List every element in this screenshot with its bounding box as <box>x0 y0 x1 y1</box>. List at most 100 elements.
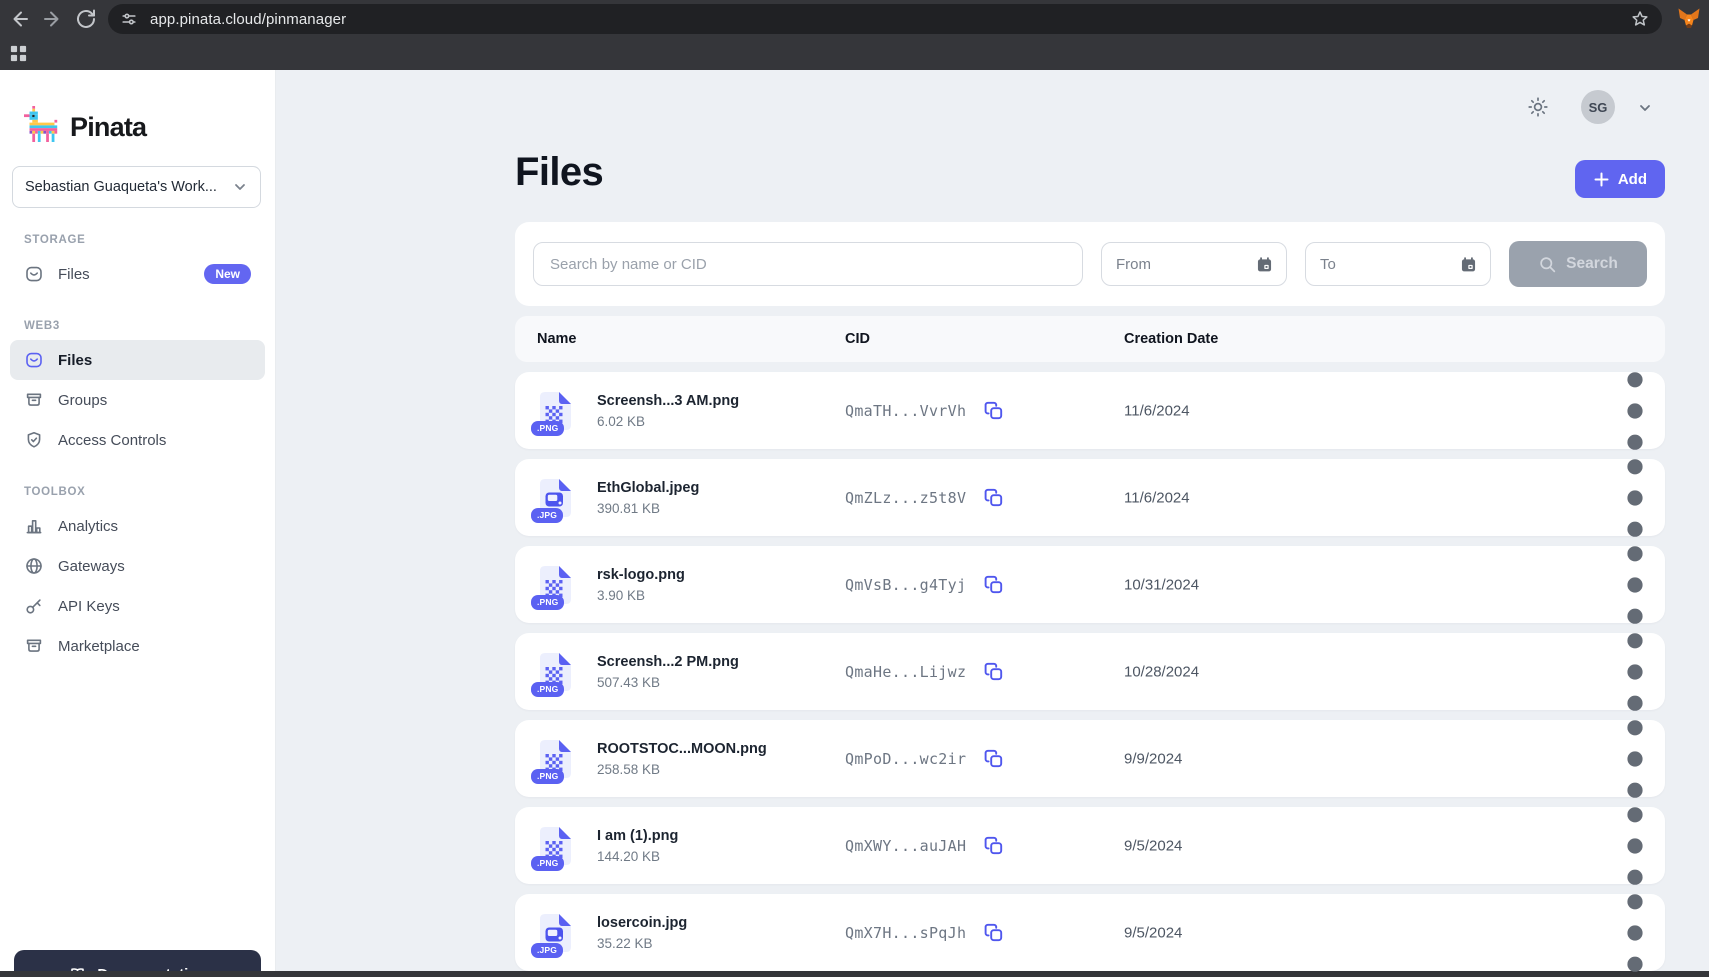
copy-icon[interactable] <box>983 487 1005 509</box>
copy-icon[interactable] <box>983 835 1005 857</box>
copy-icon[interactable] <box>983 400 1005 422</box>
file-ext-badge: .PNG <box>531 769 564 784</box>
copy-icon[interactable] <box>983 922 1005 944</box>
inbox-icon <box>24 350 44 370</box>
table-row[interactable]: .PNG rsk-logo.png 3.90 KB QmVsB...g4Tyj … <box>515 546 1665 623</box>
file-ext-badge: .PNG <box>531 682 564 697</box>
cid-value: QmaTH...VvrVh <box>845 402 966 420</box>
table-row[interactable]: .JPG EthGlobal.jpeg 390.81 KB QmZLz...z5… <box>515 459 1665 536</box>
chevron-down-icon <box>232 179 248 195</box>
sidebar-item-marketplace[interactable]: Marketplace <box>10 626 265 666</box>
creation-date: 11/6/2024 <box>1124 402 1190 419</box>
pinata-logo[interactable]: Pinata <box>24 104 275 150</box>
add-button[interactable]: Add <box>1575 160 1665 198</box>
file-ext-badge: .JPG <box>531 508 563 523</box>
shield-check-icon <box>24 430 44 450</box>
cid-cell: QmaTH...VvrVh <box>845 400 1005 422</box>
file-name: losercoin.jpg <box>597 915 687 931</box>
copy-icon[interactable] <box>983 661 1005 683</box>
bookmark-star-icon[interactable] <box>1630 9 1650 29</box>
files-content: Files Add From To <box>515 70 1665 971</box>
date-to-placeholder: To <box>1320 256 1336 273</box>
search-button[interactable]: Search <box>1509 241 1647 287</box>
row-menu-kebab-icon[interactable] <box>1623 485 1647 511</box>
table-row[interactable]: .PNG ROOTSTOC...MOON.png 258.58 KB QmPoD… <box>515 720 1665 797</box>
filter-panel: From To Search <box>515 222 1665 306</box>
search-icon <box>1538 255 1557 274</box>
sidebar-item-files[interactable]: Files <box>10 340 265 380</box>
table-row[interactable]: .JPG losercoin.jpg 35.22 KB QmX7H...sPqJ… <box>515 894 1665 971</box>
sidebar: Pinata Sebastian Guaqueta's Work... STOR… <box>0 70 276 971</box>
creation-date: 11/6/2024 <box>1124 489 1190 506</box>
creation-date: 9/5/2024 <box>1124 924 1182 941</box>
table-row[interactable]: .PNG I am (1).png 144.20 KB QmXWY...auJA… <box>515 807 1665 884</box>
back-icon[interactable] <box>8 7 32 31</box>
row-menu-kebab-icon[interactable] <box>1623 746 1647 772</box>
table-row[interactable]: .PNG Screensh...3 AM.png 6.02 KB QmaTH..… <box>515 372 1665 449</box>
section-label-toolbox: TOOLBOX <box>24 486 275 498</box>
date-from-field[interactable]: From <box>1101 242 1287 286</box>
section-label-web3: WEB3 <box>24 320 275 332</box>
sidebar-item-analytics[interactable]: Analytics <box>10 506 265 546</box>
browser-secondary-bar <box>0 38 1709 70</box>
copy-icon[interactable] <box>983 748 1005 770</box>
documentation-label: Documentation <box>97 966 206 972</box>
sidebar-item-groups[interactable]: Groups <box>10 380 265 420</box>
main-area: SG Files Add From To <box>276 70 1709 971</box>
row-menu-kebab-icon[interactable] <box>1623 920 1647 946</box>
cid-cell: QmXWY...auJAH <box>845 835 1005 857</box>
pinata-app: Pinata Sebastian Guaqueta's Work... STOR… <box>0 70 1709 971</box>
copy-icon[interactable] <box>983 574 1005 596</box>
file-name: Screensh...3 AM.png <box>597 393 739 409</box>
file-type-icon: .JPG <box>537 476 574 520</box>
calendar-icon <box>1459 255 1478 274</box>
row-menu-kebab-icon[interactable] <box>1623 398 1647 424</box>
sidebar-item-access-controls[interactable]: Access Controls <box>10 420 265 460</box>
creation-date: 9/9/2024 <box>1124 750 1182 767</box>
file-type-icon: .JPG <box>537 911 574 955</box>
file-cell: .JPG losercoin.jpg 35.22 KB <box>537 911 687 955</box>
documentation-button[interactable]: Documentation <box>14 950 261 971</box>
column-header-name: Name <box>537 331 577 347</box>
file-ext-badge: .JPG <box>531 943 563 958</box>
address-bar[interactable]: app.pinata.cloud/pinmanager <box>108 4 1662 34</box>
plus-icon <box>1593 171 1610 188</box>
file-name: ROOTSTOC...MOON.png <box>597 741 767 757</box>
cid-cell: QmaHe...Lijwz <box>845 661 1005 683</box>
calendar-icon <box>1255 255 1274 274</box>
cid-value: QmZLz...z5t8V <box>845 489 966 507</box>
pinata-llama-icon <box>24 106 60 148</box>
file-type-icon: .PNG <box>537 563 574 607</box>
file-size: 6.02 KB <box>597 414 739 429</box>
file-cell: .PNG ROOTSTOC...MOON.png 258.58 KB <box>537 737 767 781</box>
sidebar-item-files[interactable]: Files New <box>10 254 265 294</box>
workspace-name: Sebastian Guaqueta's Work... <box>25 179 232 195</box>
file-cell: .PNG I am (1).png 144.20 KB <box>537 824 678 868</box>
metamask-extension-icon[interactable] <box>1677 7 1701 31</box>
new-badge: New <box>204 264 251 284</box>
cid-cell: QmZLz...z5t8V <box>845 487 1005 509</box>
date-to-field[interactable]: To <box>1305 242 1491 286</box>
forward-icon[interactable] <box>40 7 64 31</box>
file-name: rsk-logo.png <box>597 567 685 583</box>
file-size: 507.43 KB <box>597 675 739 690</box>
reload-icon[interactable] <box>74 7 98 31</box>
sidebar-item-api-keys[interactable]: API Keys <box>10 586 265 626</box>
file-size: 144.20 KB <box>597 849 678 864</box>
table-row[interactable]: .PNG Screensh...2 PM.png 507.43 KB QmaHe… <box>515 633 1665 710</box>
sidebar-item-gateways[interactable]: Gateways <box>10 546 265 586</box>
cid-cell: QmX7H...sPqJh <box>845 922 1005 944</box>
file-type-icon: .PNG <box>537 389 574 433</box>
bar-chart-icon <box>24 516 44 536</box>
row-menu-kebab-icon[interactable] <box>1623 833 1647 859</box>
file-name: Screensh...2 PM.png <box>597 654 739 670</box>
search-input[interactable] <box>533 242 1083 286</box>
apps-grid-icon[interactable] <box>9 44 28 63</box>
creation-date: 10/31/2024 <box>1124 576 1199 593</box>
site-settings-icon[interactable] <box>120 10 138 28</box>
row-menu-kebab-icon[interactable] <box>1623 659 1647 685</box>
file-type-icon: .PNG <box>537 650 574 694</box>
workspace-selector[interactable]: Sebastian Guaqueta's Work... <box>12 166 261 208</box>
cid-value: QmXWY...auJAH <box>845 837 966 855</box>
row-menu-kebab-icon[interactable] <box>1623 572 1647 598</box>
